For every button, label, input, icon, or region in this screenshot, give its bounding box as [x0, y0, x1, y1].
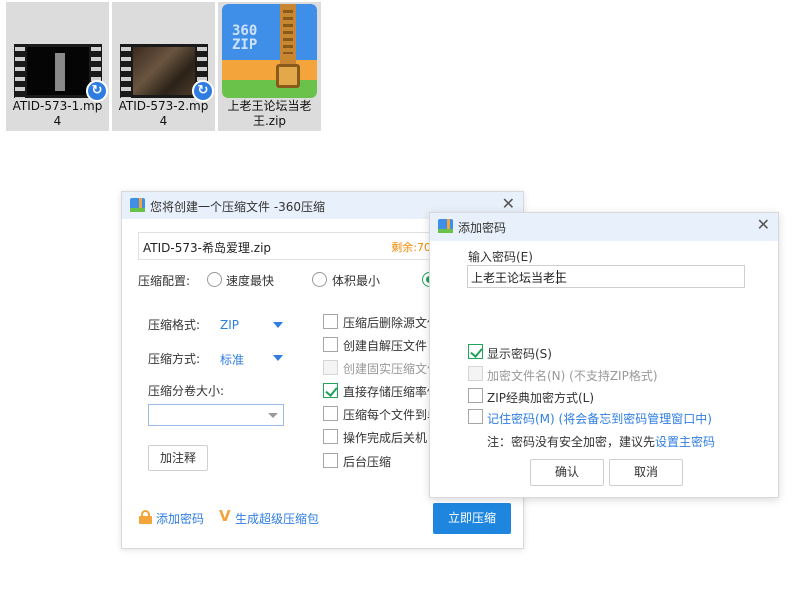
360zip-app-icon	[130, 198, 145, 212]
dialog-title: 添加密码	[458, 221, 507, 235]
checkbox-remember-password[interactable]	[468, 409, 483, 424]
radio-fastest[interactable]	[207, 272, 222, 287]
checkbox-background[interactable]	[323, 453, 338, 468]
checkbox-delete-source[interactable]	[323, 314, 338, 329]
checkbox-store-low-ratio[interactable]	[323, 383, 338, 398]
checkbox-self-extract[interactable]	[323, 337, 338, 352]
radio-smallest-label: 体积最小	[332, 274, 381, 288]
file-tile-zip[interactable]: 360 ZIP 上老王论坛当老 王.zip	[218, 2, 321, 131]
super-pack-link[interactable]: 生成超级压缩包	[235, 510, 319, 527]
checkbox-shutdown[interactable]	[323, 429, 338, 444]
chevron-down-icon[interactable]	[273, 355, 283, 361]
config-label: 压缩配置:	[138, 274, 191, 288]
password-input-label: 输入密码(E)	[468, 250, 533, 264]
text-caret	[557, 270, 558, 284]
archive-name-value: ATID-573-希岛爱理.zip	[143, 241, 272, 255]
password-dialog: 添加密码 ✕ 输入密码(E) 上老王论坛当老王 显示密码(S) 加密文件名(N)…	[429, 212, 779, 498]
format-select[interactable]: ZIP	[220, 318, 239, 332]
checkbox-zip-classic-label: ZIP经典加密方式(L)	[487, 391, 595, 405]
checkbox-self-extract-label: 创建自解压文件	[343, 339, 428, 353]
file-name: ATID-573-2.mp 4	[118, 99, 209, 128]
360zip-app-icon	[438, 219, 453, 233]
volume-label: 压缩分卷大小:	[148, 384, 225, 398]
radio-fastest-label: 速度最快	[226, 274, 275, 288]
chevron-down-icon[interactable]	[273, 322, 283, 328]
checkbox-each-file-label: 压缩每个文件到单	[343, 408, 440, 422]
video-thumbnail: ↻	[14, 44, 108, 102]
zip-archive-icon: 360 ZIP	[222, 4, 317, 98]
checkbox-zip-classic[interactable]	[468, 388, 483, 403]
checkbox-show-password[interactable]	[468, 344, 483, 359]
dialog-titlebar[interactable]: 添加密码 ✕	[430, 213, 778, 241]
file-name: ATID-573-1.mp 4	[12, 99, 103, 128]
checkbox-remember-password-label[interactable]: 记住密码(M) (将会备忘到密码管理窗口中)	[487, 410, 712, 427]
checkbox-encrypt-names-label: 加密文件名(N) (不支持ZIP格式)	[487, 369, 658, 383]
add-comment-button[interactable]: 加注释	[148, 445, 208, 471]
lock-icon	[139, 510, 152, 524]
ok-button[interactable]: 确认	[530, 459, 604, 486]
password-input[interactable]: 上老王论坛当老王	[467, 265, 745, 288]
super-pack-icon: V	[219, 507, 231, 525]
dialog-title: 您将创建一个压缩文件 -360压缩	[150, 200, 326, 214]
add-password-link[interactable]: 添加密码	[156, 510, 204, 527]
radio-smallest[interactable]	[312, 272, 327, 287]
file-tile-video-1[interactable]: ↻ ATID-573-1.mp 4	[6, 2, 109, 131]
set-master-password-link[interactable]: 设置主密码	[655, 435, 715, 449]
password-value: 上老王论坛当老王	[471, 271, 568, 285]
method-select[interactable]: 标准	[220, 351, 244, 368]
file-tile-video-2[interactable]: ↻ ATID-573-2.mp 4	[112, 2, 215, 131]
security-note: 注：密码没有安全加密，建议先设置主密码	[487, 435, 716, 449]
checkbox-shutdown-label: 操作完成后关机	[343, 431, 428, 445]
checkbox-delete-source-label: 压缩后删除源文件	[343, 316, 440, 330]
checkbox-each-file[interactable]	[323, 406, 338, 421]
close-icon[interactable]: ✕	[757, 216, 770, 234]
video-thumbnail: ↻	[120, 44, 214, 102]
file-name: 上老王论坛当老 王.zip	[227, 99, 312, 128]
close-icon[interactable]: ✕	[502, 195, 515, 213]
format-label: 压缩格式:	[148, 318, 201, 332]
checkbox-store-low-ratio-label: 直接存储压缩率低	[343, 385, 440, 399]
remaining-space: 剩余:70	[391, 241, 431, 254]
compress-now-button[interactable]: 立即压缩	[433, 503, 511, 534]
cancel-button[interactable]: 取消	[609, 459, 683, 486]
checkbox-background-label: 后台压缩	[343, 455, 392, 469]
volume-size-select[interactable]	[148, 404, 284, 426]
archive-name-input[interactable]: ATID-573-希岛爱理.zip 剩余:70	[138, 232, 438, 260]
checkbox-encrypt-names	[468, 366, 483, 381]
checkbox-solid-archive	[323, 360, 338, 375]
checkbox-show-password-label: 显示密码(S)	[487, 347, 552, 361]
chevron-down-icon[interactable]	[268, 413, 278, 418]
method-label: 压缩方式:	[148, 352, 201, 366]
checkbox-solid-archive-label: 创建固实压缩文件	[343, 362, 440, 376]
